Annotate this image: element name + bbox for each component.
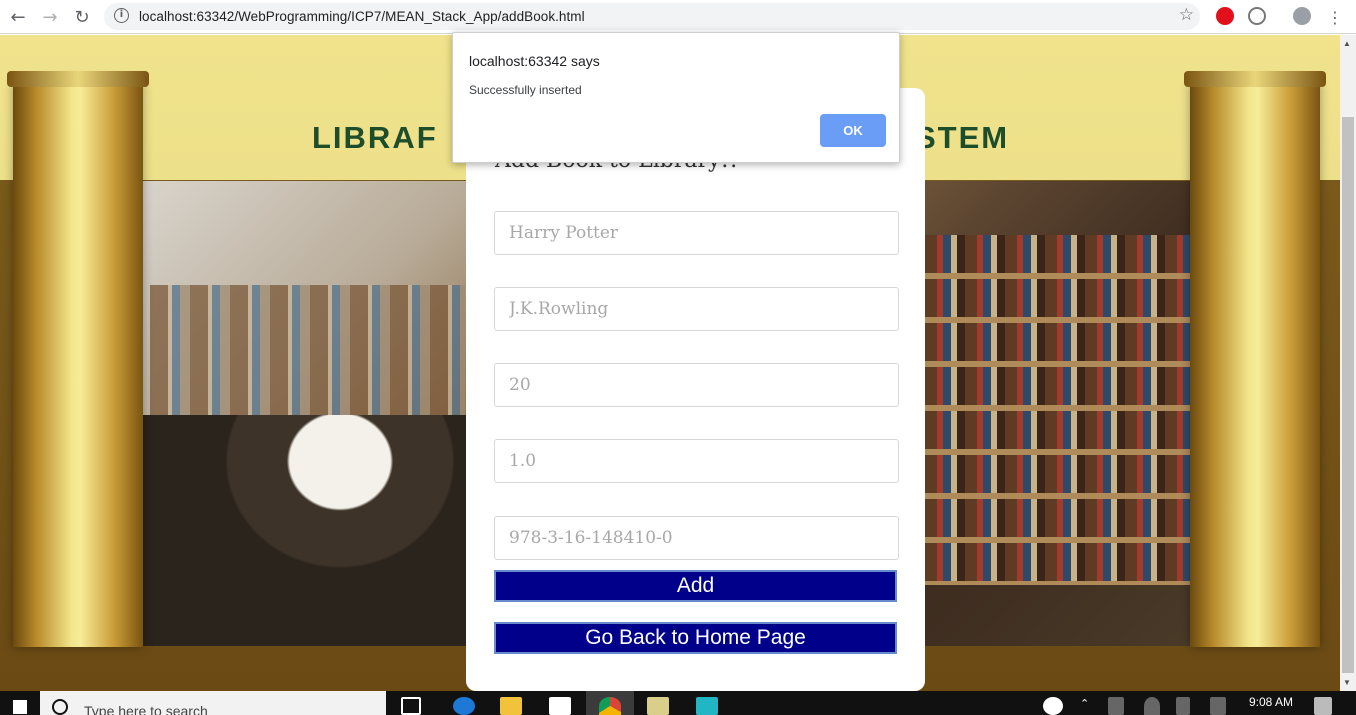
banner-title-right: STEM: [915, 120, 1010, 155]
windows-start-icon[interactable]: [13, 700, 27, 714]
banner-title-left: LIBRAF: [312, 120, 438, 155]
scroll-down-arrow-icon[interactable]: ▼: [1343, 678, 1351, 687]
webstorm-icon[interactable]: [696, 697, 718, 715]
alert-dialog: localhost:63342 says Successfully insert…: [452, 32, 900, 163]
dialog-origin: localhost:63342 says: [469, 53, 600, 69]
battery-icon[interactable]: [1176, 697, 1190, 715]
back-to-home-button[interactable]: Go Back to Home Page: [494, 622, 897, 654]
back-arrow-icon[interactable]: ←: [5, 4, 31, 30]
version-input[interactable]: [494, 439, 899, 483]
info-icon[interactable]: i: [114, 8, 129, 23]
scroll-up-arrow-icon[interactable]: ▲: [1343, 39, 1351, 48]
store-icon[interactable]: [549, 697, 571, 715]
library-desk: [142, 415, 472, 646]
scrollbar-thumb[interactable]: [1342, 117, 1354, 673]
task-view-icon[interactable]: [401, 697, 421, 715]
file-explorer-icon[interactable]: [500, 697, 522, 715]
page-scrollbar[interactable]: ▲ ▼: [1340, 35, 1356, 691]
help-icon[interactable]: [1043, 697, 1063, 715]
chrome-icon: [599, 697, 621, 715]
url-text[interactable]: localhost:63342/WebProgramming/ICP7/MEAN…: [139, 9, 585, 24]
extension-icon[interactable]: [1248, 7, 1266, 25]
notepad-icon[interactable]: [647, 697, 669, 715]
menu-kebab-icon[interactable]: ⋮: [1322, 4, 1348, 30]
dialog-message: Successfully inserted: [469, 83, 582, 97]
tray-chevron-icon[interactable]: ⌃: [1080, 697, 1092, 715]
browser-toolbar: ← → ↻ i localhost:63342/WebProgramming/I…: [0, 0, 1356, 34]
profile-avatar-icon[interactable]: [1293, 7, 1311, 25]
golden-pillar-right: [1184, 71, 1326, 647]
isbn-input[interactable]: [494, 516, 899, 560]
golden-pillar-left: [7, 71, 149, 647]
notification-icon[interactable]: [1314, 697, 1332, 715]
adblock-extension-icon[interactable]: [1216, 7, 1234, 25]
chrome-taskbar-button[interactable]: [586, 691, 634, 715]
forward-arrow-icon[interactable]: →: [37, 4, 63, 30]
book-title-input[interactable]: [494, 211, 899, 255]
taskbar-search-placeholder: Type here to search: [84, 703, 208, 715]
ok-button[interactable]: OK: [820, 114, 886, 147]
wifi-icon[interactable]: [1144, 697, 1160, 715]
count-input[interactable]: [494, 363, 899, 407]
windows-taskbar: Type here to search ⌃ 9:08 AM: [0, 691, 1356, 715]
search-icon: [52, 699, 68, 715]
reload-icon[interactable]: ↻: [69, 4, 95, 30]
address-bar[interactable]: i localhost:63342/WebProgramming/ICP7/ME…: [104, 3, 1200, 30]
edge-browser-icon[interactable]: [453, 697, 475, 715]
volume-icon[interactable]: [1108, 697, 1124, 715]
bookmark-star-icon[interactable]: ☆: [1179, 5, 1194, 25]
library-shelves-right: [925, 235, 1195, 585]
taskbar-search-box[interactable]: Type here to search: [40, 691, 386, 715]
pen-icon[interactable]: [1210, 697, 1226, 715]
taskbar-clock[interactable]: 9:08 AM: [1249, 695, 1293, 709]
add-button[interactable]: Add: [494, 570, 897, 602]
author-input[interactable]: [494, 287, 899, 331]
